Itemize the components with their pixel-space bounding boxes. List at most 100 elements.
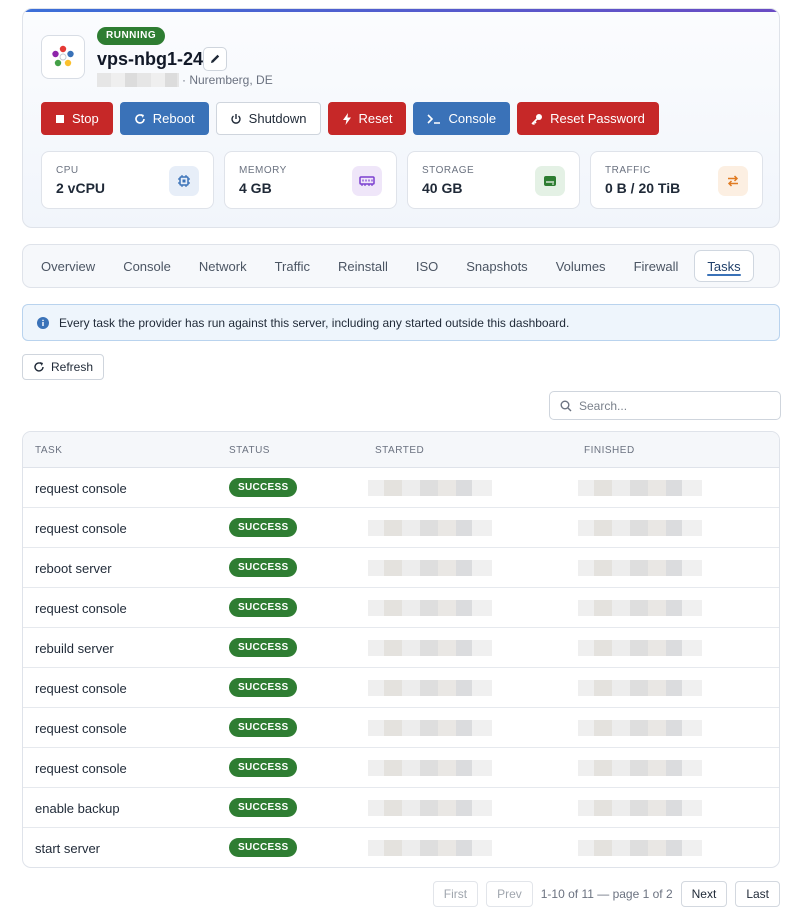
- reset-label: Reset: [358, 111, 393, 126]
- task-name: request console: [35, 681, 127, 696]
- table-row: rebuild server SUCCESS: [23, 628, 779, 668]
- os-logo-icon: [52, 45, 74, 67]
- info-banner: Every task the provider has run against …: [22, 304, 780, 341]
- redacted-finished-time: [578, 680, 702, 696]
- table-row: enable backup SUCCESS: [23, 788, 779, 828]
- header-finished: FINISHED: [584, 445, 635, 456]
- header-status: STATUS: [229, 445, 270, 456]
- reset-password-label: Reset Password: [550, 111, 645, 126]
- task-name: request console: [35, 521, 127, 536]
- tasks-table: TASK STATUS STARTED FINISHED request con…: [22, 431, 780, 868]
- status-badge: SUCCESS: [229, 718, 298, 737]
- info-icon: [37, 316, 49, 329]
- refresh-button[interactable]: Refresh: [22, 354, 105, 380]
- status-badge: RUNNING: [97, 27, 166, 45]
- redacted-started-time: [368, 760, 492, 776]
- redacted-finished-time: [578, 760, 702, 776]
- stat-label: STORAGE: [422, 165, 475, 176]
- redacted-finished-time: [578, 520, 702, 536]
- stat-value: 0 B / 20 TiB: [605, 180, 681, 196]
- shutdown-button[interactable]: Shutdown: [215, 102, 321, 135]
- refresh-icon: [34, 362, 44, 372]
- task-name: rebuild server: [35, 641, 114, 656]
- next-page-button[interactable]: Next: [680, 881, 728, 907]
- task-name: enable backup: [35, 801, 120, 816]
- header-started: STARTED: [375, 445, 425, 456]
- header-task: TASK: [35, 445, 63, 456]
- pencil-icon: [211, 54, 220, 63]
- redacted-started-time: [368, 680, 492, 696]
- search-input[interactable]: [579, 398, 769, 413]
- reset-button[interactable]: Reset: [327, 102, 407, 135]
- status-badge: SUCCESS: [229, 558, 298, 577]
- stat-label: TRAFFIC: [605, 165, 651, 176]
- accent-bar: [23, 9, 779, 12]
- stat-value: 40 GB: [422, 180, 463, 196]
- first-page-button[interactable]: First: [432, 881, 479, 907]
- task-name: request console: [35, 721, 127, 736]
- tab-reinstall[interactable]: Reinstall: [326, 250, 400, 282]
- stat-traffic: TRAFFIC 0 B / 20 TiB: [590, 151, 763, 209]
- server-header-card: RUNNING vps-nbg1-24 · Nuremberg, DE Stop…: [22, 8, 780, 228]
- task-name: reboot server: [35, 561, 112, 576]
- resource-stats: CPU 2 vCPU MEMORY 4 GB STORAGE 40 GB TRA…: [41, 151, 763, 209]
- terminal-icon: [427, 113, 441, 124]
- server-tabs: Overview Console Network Traffic Reinsta…: [22, 244, 780, 288]
- redacted-started-time: [368, 840, 492, 856]
- table-row: reboot server SUCCESS: [23, 548, 779, 588]
- reboot-button[interactable]: Reboot: [119, 102, 209, 135]
- stop-button[interactable]: Stop: [41, 102, 113, 135]
- stat-label: MEMORY: [239, 165, 287, 176]
- last-page-button[interactable]: Last: [735, 881, 780, 907]
- redacted-finished-time: [578, 560, 702, 576]
- redacted-finished-time: [578, 720, 702, 736]
- redacted-started-time: [368, 520, 492, 536]
- table-row: request console SUCCESS: [23, 668, 779, 708]
- stat-value: 4 GB: [239, 180, 272, 196]
- prev-page-button[interactable]: Prev: [486, 881, 533, 907]
- redacted-finished-time: [578, 800, 702, 816]
- search-box: [549, 391, 781, 420]
- redacted-ip: [97, 73, 179, 87]
- redacted-started-time: [368, 720, 492, 736]
- redacted-started-time: [368, 560, 492, 576]
- tab-firewall[interactable]: Firewall: [622, 250, 691, 282]
- tab-console[interactable]: Console: [111, 250, 183, 282]
- tab-overview[interactable]: Overview: [29, 250, 107, 282]
- search-icon: [560, 400, 572, 411]
- redacted-finished-time: [578, 840, 702, 856]
- reboot-label: Reboot: [152, 111, 195, 126]
- tab-iso[interactable]: ISO: [404, 250, 450, 282]
- shutdown-label: Shutdown: [248, 111, 307, 126]
- task-name: request console: [35, 601, 127, 616]
- tab-network[interactable]: Network: [187, 250, 259, 282]
- stop-label: Stop: [72, 111, 99, 126]
- status-badge: SUCCESS: [229, 598, 298, 617]
- status-badge: SUCCESS: [229, 638, 298, 657]
- tab-snapshots[interactable]: Snapshots: [454, 250, 539, 282]
- reboot-icon: [135, 113, 145, 124]
- table-row: request console SUCCESS: [23, 708, 779, 748]
- table-row: start server SUCCESS: [23, 828, 779, 867]
- stat-memory: MEMORY 4 GB: [224, 151, 397, 209]
- reset-password-button[interactable]: Reset Password: [517, 102, 659, 135]
- key-icon: [531, 113, 543, 125]
- task-name: request console: [35, 481, 127, 496]
- cpu-chip-icon: [169, 166, 199, 196]
- console-button[interactable]: Console: [413, 102, 511, 135]
- stat-storage: STORAGE 40 GB: [407, 151, 580, 209]
- stat-label: CPU: [56, 165, 79, 176]
- tab-volumes[interactable]: Volumes: [544, 250, 618, 282]
- power-icon: [230, 113, 241, 124]
- stat-value: 2 vCPU: [56, 180, 106, 196]
- rename-button[interactable]: [203, 47, 227, 71]
- redacted-finished-time: [578, 640, 702, 656]
- table-row: request console SUCCESS: [23, 748, 779, 788]
- tab-traffic[interactable]: Traffic: [263, 250, 322, 282]
- refresh-label: Refresh: [51, 360, 94, 374]
- lightning-icon: [342, 112, 351, 125]
- page-info: 1-10 of 11 — page 1 of 2: [540, 887, 673, 901]
- redacted-started-time: [368, 600, 492, 616]
- pagination: First Prev 1-10 of 11 — page 1 of 2 Next…: [432, 881, 780, 907]
- tab-tasks[interactable]: Tasks: [694, 250, 754, 282]
